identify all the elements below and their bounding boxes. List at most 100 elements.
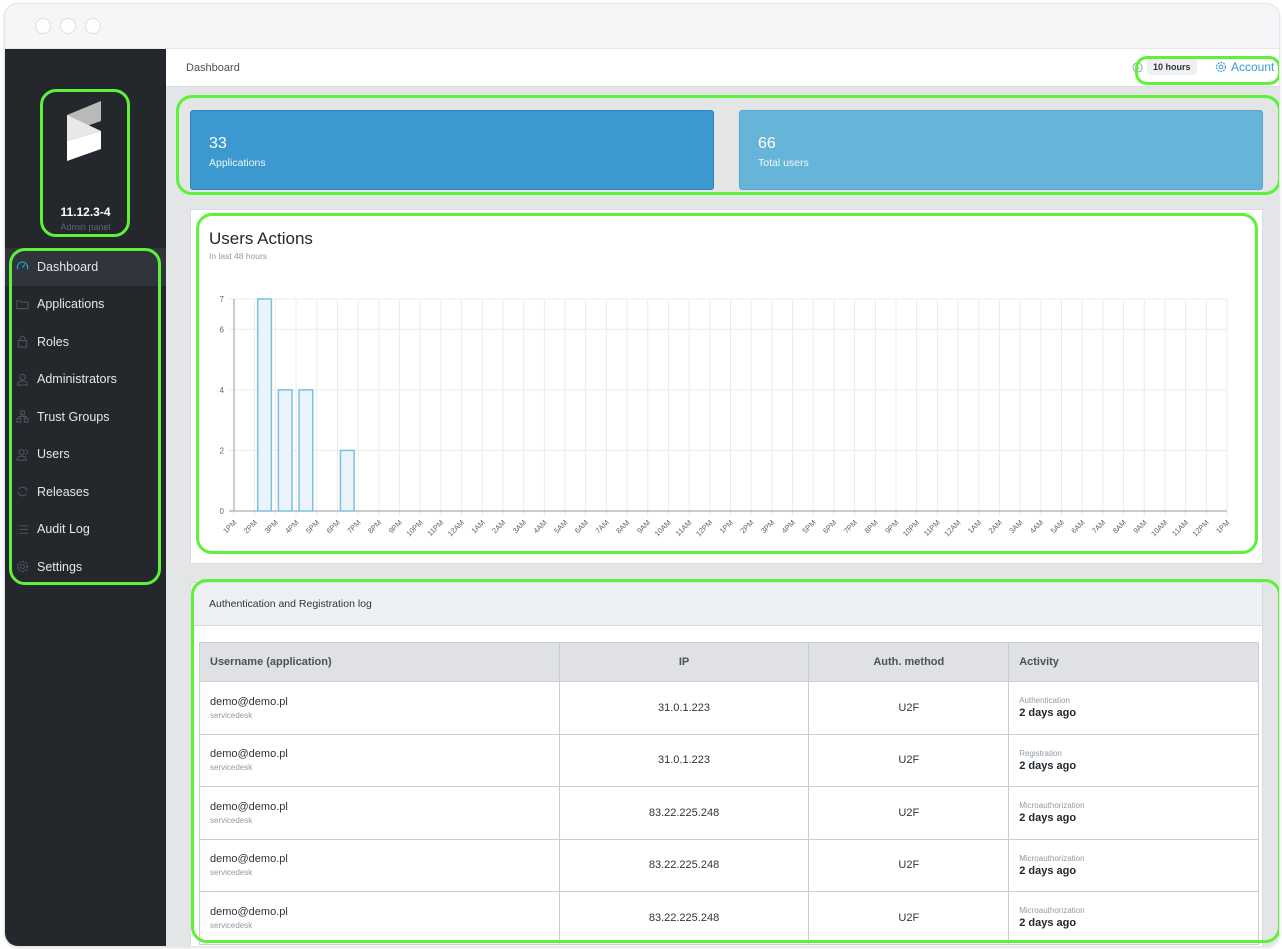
y-tick-label: 6 [220, 325, 225, 334]
activity-time: 2 days ago [1019, 917, 1077, 930]
lock-icon [15, 335, 29, 349]
activity-time: 2 days ago [1019, 759, 1077, 772]
activity-time: 2 days ago [1019, 812, 1077, 825]
stat-cards: 33 Applications 66 Total users [190, 110, 1263, 190]
session-timer: 10 hours [1132, 58, 1197, 76]
breadcrumb[interactable]: Dashboard [186, 62, 240, 74]
username-cell: demo@demo.pl servicedesk [199, 839, 560, 892]
x-tick-label: 7PM [842, 518, 859, 535]
x-tick-label: 3PM [759, 518, 776, 535]
bar-2pm-1 [256, 298, 273, 512]
x-tick-label: 6AM [1069, 518, 1086, 535]
ip-cell: 31.0.1.223 [558, 734, 810, 787]
ip-cell: 83.22.225.248 [558, 839, 810, 892]
main-content: Dashboard 10 hours Account 33 Applicatio… [166, 49, 1279, 946]
x-tick-label: 11PM [425, 518, 445, 538]
gear-icon [1215, 61, 1227, 73]
ip-cell: 83.22.225.248 [558, 891, 810, 945]
x-tick-label: 1AM [966, 518, 983, 535]
column-header-auth-method[interactable]: Auth. method [808, 642, 1010, 682]
users-icon [15, 447, 29, 461]
sidebar-item-users[interactable]: Users [5, 436, 166, 474]
activity-type: Authentication [1019, 696, 1070, 706]
x-tick-label: 2PM [242, 518, 259, 535]
x-tick-label: 9AM [635, 518, 652, 535]
stat-value: 33 [209, 135, 227, 152]
applications-stat-card[interactable]: 33 Applications [190, 110, 714, 190]
x-tick-label: 10AM [653, 518, 673, 538]
sidebar-item-roles[interactable]: Roles [5, 323, 166, 361]
column-header-username[interactable]: Username (application) [199, 642, 560, 682]
auth-method-cell: U2F [808, 839, 1010, 892]
title-bar [5, 4, 1279, 49]
username-cell: demo@demo.pl servicedesk [199, 786, 560, 840]
app-window: 11.12.3-4 Admin panel Dashboard Applicat… [4, 3, 1280, 947]
username: demo@demo.pl [210, 905, 288, 918]
application-name: servicedesk [210, 920, 253, 930]
x-tick-label: 8PM [862, 518, 879, 535]
x-tick-label: 10AM [1149, 518, 1169, 538]
x-tick-label: 3PM [263, 518, 280, 535]
x-tick-label: 7AM [1090, 518, 1107, 535]
sidebar-item-audit-log[interactable]: Audit Log [5, 511, 166, 549]
column-header-ip[interactable]: IP [558, 642, 810, 682]
close-window-button[interactable] [35, 18, 51, 34]
auth-method-cell: U2F [808, 734, 1010, 787]
x-tick-label: 3AM [511, 518, 528, 535]
username: demo@demo.pl [210, 800, 288, 813]
sidebar-item-label: Roles [37, 334, 69, 349]
admin-panel-label: Admin panel [60, 222, 111, 232]
sidebar-item-releases[interactable]: Releases [5, 473, 166, 511]
sidebar-item-administrators[interactable]: Administrators [5, 361, 166, 399]
sidebar-item-settings[interactable]: Settings [5, 548, 166, 586]
x-tick-label: 1PM [718, 518, 735, 535]
users-actions-chart: 024671PM 2PM 3PM 4PM 5PM 6PM 7PM 8PM 9PM 10PM 11PM… [220, 295, 1232, 538]
maximize-window-button[interactable] [85, 18, 101, 34]
table-row[interactable]: demo@demo.pl servicedesk 31.0.1.223 U2F Regi… [199, 734, 1259, 787]
bar-4pm-3 [298, 389, 314, 512]
x-tick-label: 1PM [1214, 518, 1231, 535]
minimize-window-button[interactable] [60, 18, 76, 34]
column-header-activity[interactable]: Activity [1008, 642, 1259, 682]
sidebar-item-trust-groups[interactable]: Trust Groups [5, 398, 166, 436]
stat-value: 66 [758, 135, 776, 152]
y-tick-label: 0 [220, 507, 225, 516]
auth-log-table: Username (application) IP Auth. method A… [199, 642, 1259, 945]
x-tick-label: 11AM [1170, 518, 1190, 538]
sidebar: 11.12.3-4 Admin panel Dashboard Applicat… [5, 49, 166, 946]
sidebar-nav: Dashboard Applications Roles Administrat… [5, 248, 166, 586]
log-panel-title: Authentication and Registration log [191, 583, 1262, 626]
table-row[interactable]: demo@demo.pl servicedesk 83.22.225.248 U2F M… [199, 786, 1259, 840]
x-tick-label: 6PM [821, 518, 838, 535]
table-row[interactable]: demo@demo.pl servicedesk 83.22.225.248 U2F M… [199, 891, 1259, 945]
sidebar-item-label: Trust Groups [37, 409, 110, 424]
activity-cell: Microauthorization 2 days ago [1008, 786, 1259, 840]
sidebar-item-label: Users [37, 447, 70, 462]
chart-subtitle: In last 48 hours [209, 251, 268, 261]
sidebar-item-applications[interactable]: Applications [5, 286, 166, 324]
top-bar: Dashboard 10 hours Account [166, 49, 1279, 87]
x-tick-label: 12PM [1191, 518, 1211, 538]
activity-type: Microauthorization [1019, 906, 1085, 916]
list-icon [15, 522, 29, 536]
total-users-stat-card[interactable]: 66 Total users [739, 110, 1263, 190]
account-menu-button[interactable]: Account [1215, 60, 1274, 74]
logo-icon[interactable] [67, 101, 101, 161]
x-tick-label: 8AM [1111, 518, 1128, 535]
x-tick-label: 8AM [614, 518, 631, 535]
table-row[interactable]: demo@demo.pl servicedesk 31.0.1.223 U2F Auth… [199, 681, 1259, 735]
x-tick-label: 5AM [552, 518, 569, 535]
table-row[interactable]: demo@demo.pl servicedesk 83.22.225.248 U2F M… [199, 839, 1259, 892]
application-name: servicedesk [210, 710, 253, 720]
x-tick-label: 12AM [446, 518, 466, 538]
sidebar-item-dashboard[interactable]: Dashboard [5, 248, 166, 286]
x-tick-label: 4AM [531, 518, 548, 535]
x-tick-label: 10PM [404, 518, 424, 538]
x-tick-label: 9PM [883, 518, 900, 535]
x-tick-label: 1PM [221, 518, 238, 535]
folder-icon [15, 297, 29, 311]
x-tick-label: 7PM [345, 518, 362, 535]
x-tick-label: 12AM [942, 518, 962, 538]
refresh-icon [15, 485, 29, 499]
x-tick-label: 5PM [304, 518, 321, 535]
